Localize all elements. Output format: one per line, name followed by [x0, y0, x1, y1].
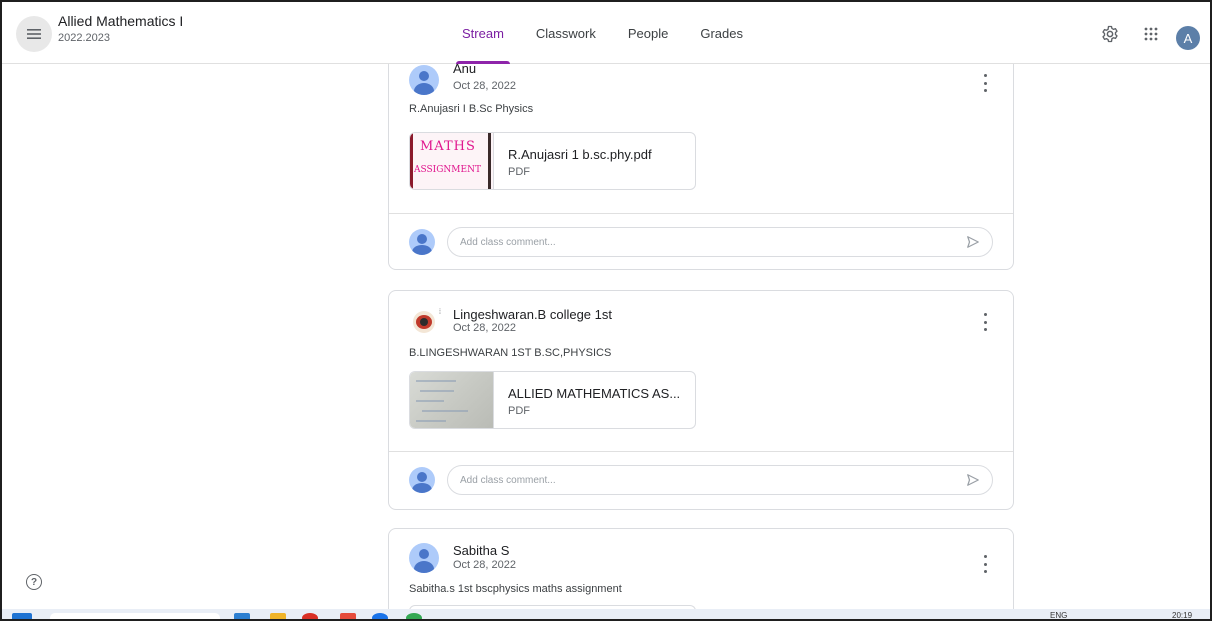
main-menu-button[interactable]	[16, 16, 52, 52]
attachment-card[interactable]: ALLIED MATHEMATICS AS... PDF	[409, 371, 696, 429]
post-date: Oct 28, 2022	[453, 322, 516, 334]
author-avatar[interactable]	[413, 311, 435, 333]
os-taskbar: ENG 20:19	[2, 609, 1210, 619]
start-icon[interactable]	[12, 613, 32, 619]
author-avatar[interactable]	[409, 65, 439, 95]
thumbnail-text: MATHS	[420, 139, 476, 154]
help-button[interactable]: ?	[26, 574, 42, 590]
taskbar-app-icon[interactable]	[372, 613, 388, 619]
class-subtitle: 2022.2023	[58, 32, 110, 44]
avatar-overflow-mark: ⁞	[439, 309, 441, 316]
send-icon[interactable]	[966, 235, 980, 249]
attachment-type: PDF	[508, 166, 530, 178]
taskbar-app-icon[interactable]	[302, 613, 318, 619]
tab-classwork[interactable]: Classwork	[520, 2, 612, 64]
tab-stream[interactable]: Stream	[446, 2, 520, 64]
folder-icon[interactable]	[270, 613, 286, 619]
comment-field[interactable]	[447, 465, 993, 495]
post-author[interactable]: Lingeshwaran.B college 1st	[453, 307, 612, 322]
settings-button[interactable]	[1100, 24, 1120, 44]
user-avatar	[409, 229, 435, 255]
taskbar-app-icon[interactable]	[340, 613, 356, 619]
stream-feed: Anu Oct 28, 2022 R.Anujasri I B.Sc Physi…	[2, 64, 1210, 609]
comment-input[interactable]	[460, 472, 940, 488]
divider	[389, 451, 1013, 452]
apps-grid-icon	[1144, 27, 1158, 41]
top-app-bar: Allied Mathematics I 2022.2023 Stream Cl…	[2, 2, 1210, 64]
account-avatar-button[interactable]: A	[1176, 26, 1200, 50]
post-date: Oct 28, 2022	[453, 80, 516, 92]
attachment-card[interactable]: MATHS ASSIGNMENT R.Anujasri 1 b.sc.phy.p…	[409, 132, 696, 190]
attachment-type: PDF	[508, 405, 530, 417]
attachment-title[interactable]: R.Anujasri 1 b.sc.phy.pdf	[508, 147, 652, 162]
tab-grades[interactable]: Grades	[684, 2, 759, 64]
classroom-window: Allied Mathematics I 2022.2023 Stream Cl…	[0, 0, 1212, 621]
taskbar-app-icon[interactable]	[406, 613, 422, 619]
author-avatar[interactable]	[409, 543, 439, 573]
divider	[389, 213, 1013, 214]
menu-icon	[27, 29, 41, 39]
attachment-title[interactable]: ALLIED MATHEMATICS AS...	[508, 386, 680, 401]
clock[interactable]: 20:19	[1172, 611, 1192, 619]
comment-field[interactable]	[447, 227, 993, 257]
taskbar-app-icon[interactable]	[234, 613, 250, 619]
post-date: Oct 28, 2022	[453, 559, 516, 571]
post-author[interactable]: Anu	[453, 64, 476, 76]
comment-input[interactable]	[460, 234, 940, 250]
attachment-thumbnail	[410, 372, 494, 428]
post-options-button[interactable]	[979, 555, 991, 573]
send-icon[interactable]	[966, 473, 980, 487]
user-avatar	[409, 467, 435, 493]
settings-icon	[1102, 25, 1118, 43]
google-apps-button[interactable]	[1141, 24, 1161, 44]
stream-post: Sabitha S Oct 28, 2022 Sabitha.s 1st bsc…	[388, 528, 1014, 609]
class-tabs: Stream Classwork People Grades	[446, 2, 759, 64]
taskbar-search[interactable]	[50, 613, 220, 619]
post-options-button[interactable]	[979, 74, 991, 92]
tab-people[interactable]: People	[612, 2, 684, 64]
stream-post: ⁞ Lingeshwaran.B college 1st Oct 28, 202…	[388, 290, 1014, 510]
thumbnail-text: ASSIGNMENT	[414, 165, 481, 175]
language-indicator[interactable]: ENG	[1050, 611, 1067, 619]
attachment-thumbnail: MATHS ASSIGNMENT	[410, 133, 494, 189]
post-author[interactable]: Sabitha S	[453, 543, 509, 558]
post-text: B.LINGESHWARAN 1ST B.SC,PHYSICS	[409, 347, 612, 359]
help-icon: ?	[30, 576, 38, 588]
post-options-button[interactable]	[979, 313, 991, 331]
stream-post: Anu Oct 28, 2022 R.Anujasri I B.Sc Physi…	[388, 64, 1014, 270]
post-text: R.Anujasri I B.Sc Physics	[409, 103, 534, 115]
post-text: Sabitha.s 1st bscphysics maths assignmen…	[409, 583, 622, 595]
class-title[interactable]: Allied Mathematics I	[58, 13, 183, 29]
